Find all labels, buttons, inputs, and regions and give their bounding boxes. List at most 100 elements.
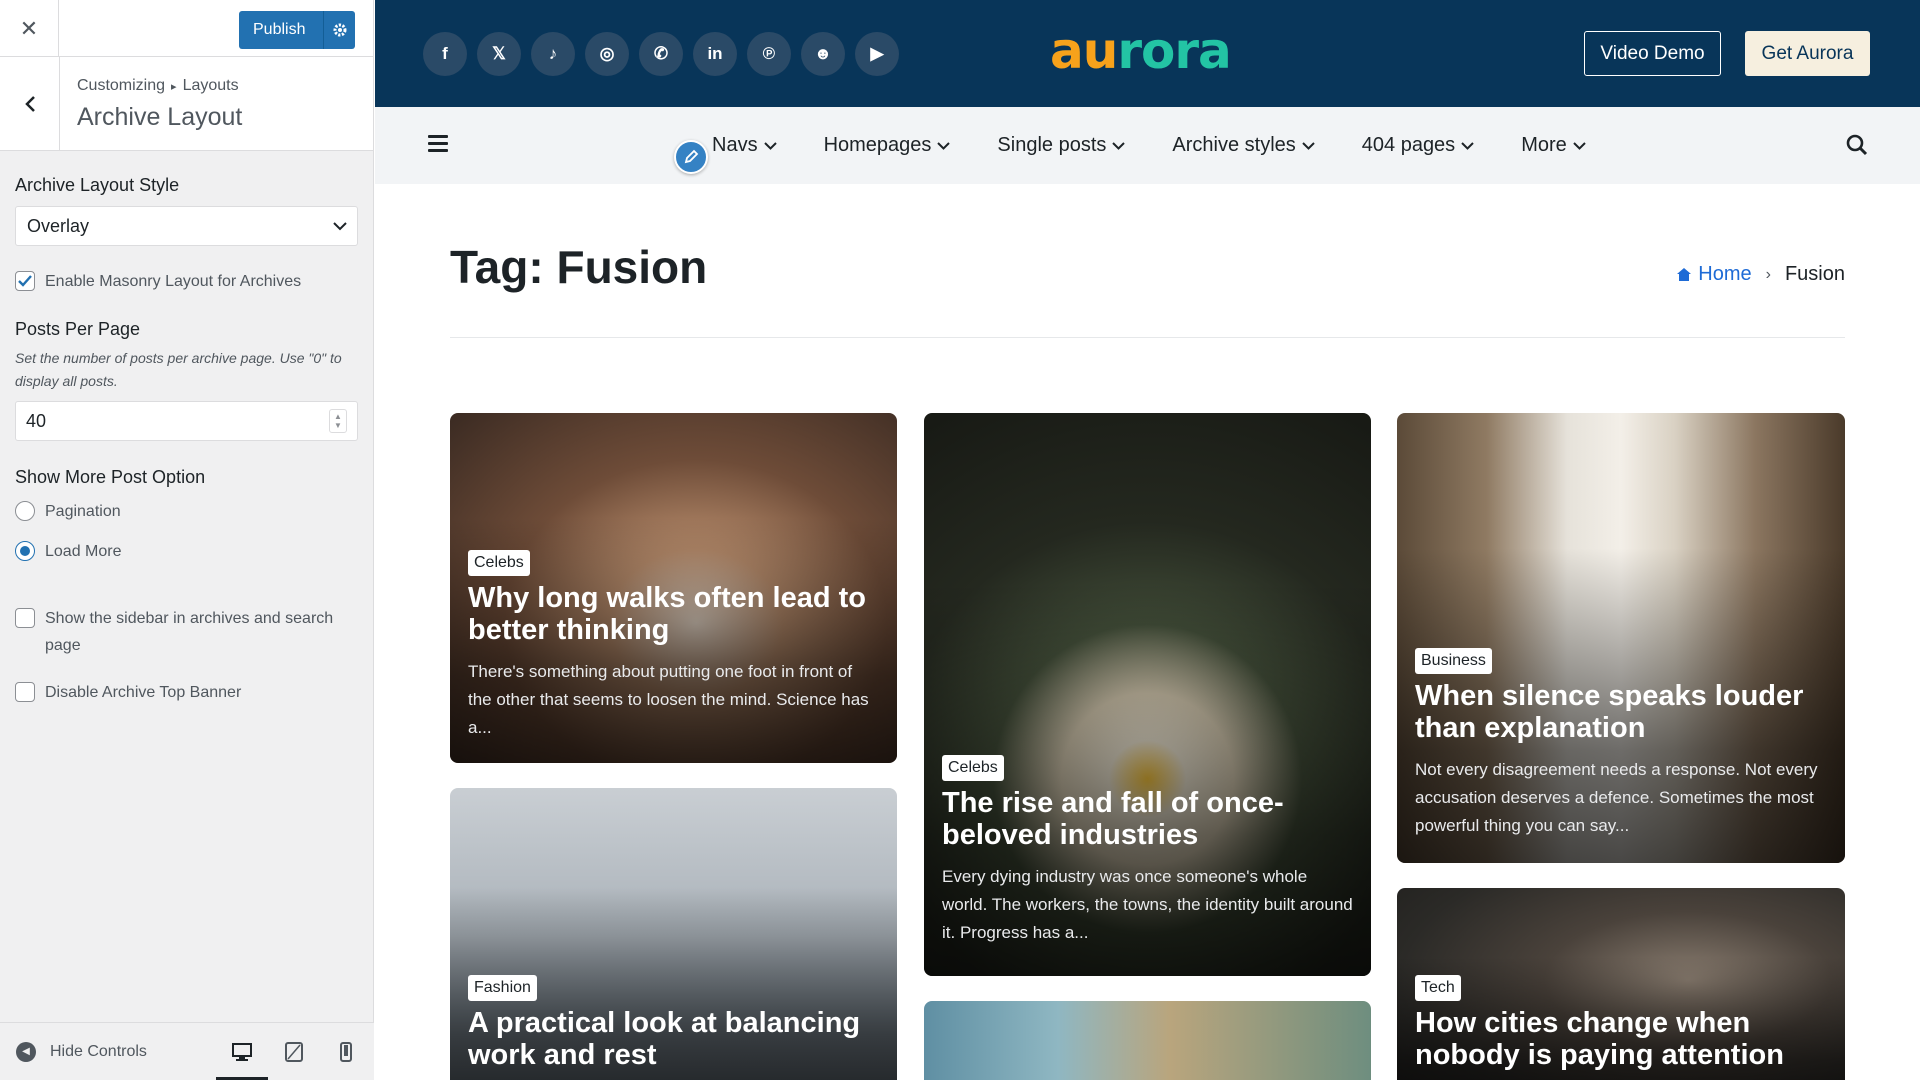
category-badge[interactable]: Celebs bbox=[468, 550, 530, 576]
category-badge[interactable]: Fashion bbox=[468, 975, 537, 1001]
hamburger-menu-icon[interactable] bbox=[428, 135, 448, 156]
post-title[interactable]: Why long walks often lead to better thin… bbox=[468, 582, 879, 646]
publish-button[interactable]: Publish bbox=[239, 11, 355, 49]
nav-item-homepages[interactable]: Homepages bbox=[824, 134, 951, 157]
chevron-down-icon bbox=[1573, 141, 1586, 150]
crumb-customizing: Customizing bbox=[77, 77, 166, 94]
chevron-down-icon bbox=[1302, 141, 1315, 150]
hide-controls-label: Hide Controls bbox=[50, 1042, 147, 1060]
social-links: f 𝕏 ♪ ◎ ✆ in ℗ ☻ ▶ bbox=[423, 32, 899, 76]
nav-item-more[interactable]: More bbox=[1521, 134, 1586, 157]
show-more-label: Show More Post Option bbox=[15, 467, 206, 487]
radio-pagination-label: Pagination bbox=[45, 503, 121, 520]
post-card[interactable]: Celebs The rise and fall of once-beloved… bbox=[924, 413, 1371, 976]
post-card[interactable]: Fashion A practical look at balancing wo… bbox=[450, 788, 897, 1080]
section-title: Archive Layout bbox=[77, 103, 243, 131]
chevron-down-icon bbox=[763, 141, 777, 150]
category-badge[interactable]: Celebs bbox=[942, 755, 1004, 781]
post-card-partial[interactable] bbox=[924, 1001, 1371, 1080]
facebook-icon[interactable]: f bbox=[423, 32, 467, 76]
page-title: Tag: Fusion bbox=[450, 241, 708, 293]
posts-per-page-input[interactable]: 40 ▲ ▼ bbox=[15, 401, 358, 441]
disable-banner-checkbox[interactable] bbox=[15, 682, 35, 702]
posts-per-page-label: Posts Per Page bbox=[15, 319, 141, 339]
nav-item-404-pages[interactable]: 404 pages bbox=[1362, 134, 1474, 157]
number-spinner-icon[interactable]: ▲ ▼ bbox=[329, 409, 347, 433]
site-topbar: f 𝕏 ♪ ◎ ✆ in ℗ ☻ ▶ aurora Video Demo Get… bbox=[375, 0, 1920, 107]
radio-button-selected[interactable] bbox=[15, 541, 35, 561]
nav-item-single-posts[interactable]: Single posts bbox=[997, 134, 1126, 157]
post-title[interactable]: How cities change when nobody is paying … bbox=[1415, 1007, 1827, 1071]
disable-banner-label: Disable Archive Top Banner bbox=[45, 684, 242, 701]
whatsapp-icon[interactable]: ✆ bbox=[639, 32, 683, 76]
masonry-checkbox[interactable] bbox=[15, 271, 35, 291]
pinterest-icon[interactable]: ℗ bbox=[747, 32, 791, 76]
posts-per-page-description: Set the number of posts per archive page… bbox=[15, 350, 342, 389]
x-twitter-icon[interactable]: 𝕏 bbox=[477, 32, 521, 76]
crumb-layouts: Layouts bbox=[182, 77, 239, 94]
hide-controls-button[interactable]: ◀ Hide Controls bbox=[0, 1041, 216, 1062]
main-nav: Navs Homepages Single posts Archive styl… bbox=[375, 107, 1920, 184]
gear-icon[interactable] bbox=[323, 11, 355, 49]
linkedin-icon[interactable]: in bbox=[693, 32, 737, 76]
breadcrumb-current: Fusion bbox=[1784, 263, 1845, 285]
customizer-breadcrumb: Customizing ▸ Layouts bbox=[77, 77, 239, 95]
archive-layout-style-select[interactable]: Overlay bbox=[15, 206, 358, 246]
chevron-down-icon bbox=[333, 221, 347, 230]
post-card[interactable]: Celebs Why long walks often lead to bett… bbox=[450, 413, 897, 763]
category-badge[interactable]: Business bbox=[1415, 648, 1492, 674]
site-preview: f 𝕏 ♪ ◎ ✆ in ℗ ☻ ▶ aurora Video Demo Get… bbox=[375, 0, 1920, 1080]
triangle-right-icon: ▸ bbox=[171, 81, 177, 93]
nav-label: Navs bbox=[712, 134, 758, 156]
category-badge[interactable]: Tech bbox=[1415, 975, 1461, 1001]
post-excerpt: There's something about putting one foot… bbox=[468, 662, 869, 737]
radio-load-more-label: Load More bbox=[45, 543, 122, 560]
video-demo-button[interactable]: Video Demo bbox=[1584, 31, 1721, 76]
logo-part-2: rora bbox=[1117, 22, 1231, 80]
show-sidebar-checkbox[interactable] bbox=[15, 608, 35, 628]
youtube-icon[interactable]: ▶ bbox=[855, 32, 899, 76]
nav-label: Archive styles bbox=[1172, 134, 1296, 156]
radio-button[interactable] bbox=[15, 501, 35, 521]
logo-part-1: au bbox=[1050, 22, 1118, 80]
nav-menu: Navs Homepages Single posts Archive styl… bbox=[712, 107, 1633, 184]
breadcrumb-home[interactable]: Home bbox=[1676, 263, 1752, 286]
breadcrumb-separator: › bbox=[1765, 265, 1771, 283]
post-title[interactable]: A practical look at balancing work and r… bbox=[468, 1007, 879, 1071]
tiktok-icon[interactable]: ♪ bbox=[531, 32, 575, 76]
close-icon[interactable]: ✕ bbox=[0, 0, 59, 57]
disable-banner-option[interactable]: Disable Archive Top Banner bbox=[15, 679, 358, 706]
post-card[interactable]: Business When silence speaks louder than… bbox=[1397, 413, 1845, 863]
mobile-preview-icon[interactable] bbox=[320, 1023, 372, 1080]
chevron-down-icon bbox=[1112, 141, 1126, 150]
nav-item-navs[interactable]: Navs bbox=[712, 134, 777, 157]
nav-item-archive-styles[interactable]: Archive styles bbox=[1172, 134, 1315, 157]
customizer-footer: ◀ Hide Controls bbox=[0, 1022, 374, 1080]
post-title[interactable]: When silence speaks louder than explanat… bbox=[1415, 680, 1827, 744]
instagram-icon[interactable]: ◎ bbox=[585, 32, 629, 76]
radio-load-more[interactable]: Load More bbox=[15, 538, 358, 565]
nav-label: 404 pages bbox=[1361, 134, 1456, 156]
section-header: Customizing ▸ Layouts Archive Layout bbox=[0, 57, 373, 151]
back-arrow-icon[interactable] bbox=[0, 57, 60, 151]
reddit-icon[interactable]: ☻ bbox=[801, 32, 845, 76]
nav-label: Single posts bbox=[997, 134, 1107, 156]
radio-pagination[interactable]: Pagination bbox=[15, 498, 358, 525]
publish-label: Publish bbox=[253, 21, 306, 38]
search-icon[interactable] bbox=[1846, 134, 1868, 161]
controls-panel: Archive Layout Style Overlay Enable Maso… bbox=[0, 175, 373, 706]
posts-per-page-value: 40 bbox=[26, 410, 47, 431]
get-aurora-button[interactable]: Get Aurora bbox=[1745, 31, 1870, 76]
post-title[interactable]: The rise and fall of once-beloved indust… bbox=[942, 787, 1353, 851]
post-card[interactable]: Tech How cities change when nobody is pa… bbox=[1397, 888, 1845, 1080]
tablet-preview-icon[interactable] bbox=[268, 1023, 320, 1080]
edit-shortcut-pencil-icon[interactable] bbox=[674, 140, 708, 174]
desktop-preview-icon[interactable] bbox=[216, 1023, 268, 1080]
site-logo[interactable]: aurora bbox=[1050, 22, 1232, 80]
checkmark-icon bbox=[18, 275, 32, 287]
nav-label: Homepages bbox=[823, 134, 932, 156]
archive-layout-style-label: Archive Layout Style bbox=[15, 175, 180, 195]
chevron-down-icon bbox=[1461, 141, 1474, 150]
show-sidebar-option[interactable]: Show the sidebar in archives and search … bbox=[15, 605, 358, 659]
masonry-option[interactable]: Enable Masonry Layout for Archives bbox=[15, 268, 358, 295]
